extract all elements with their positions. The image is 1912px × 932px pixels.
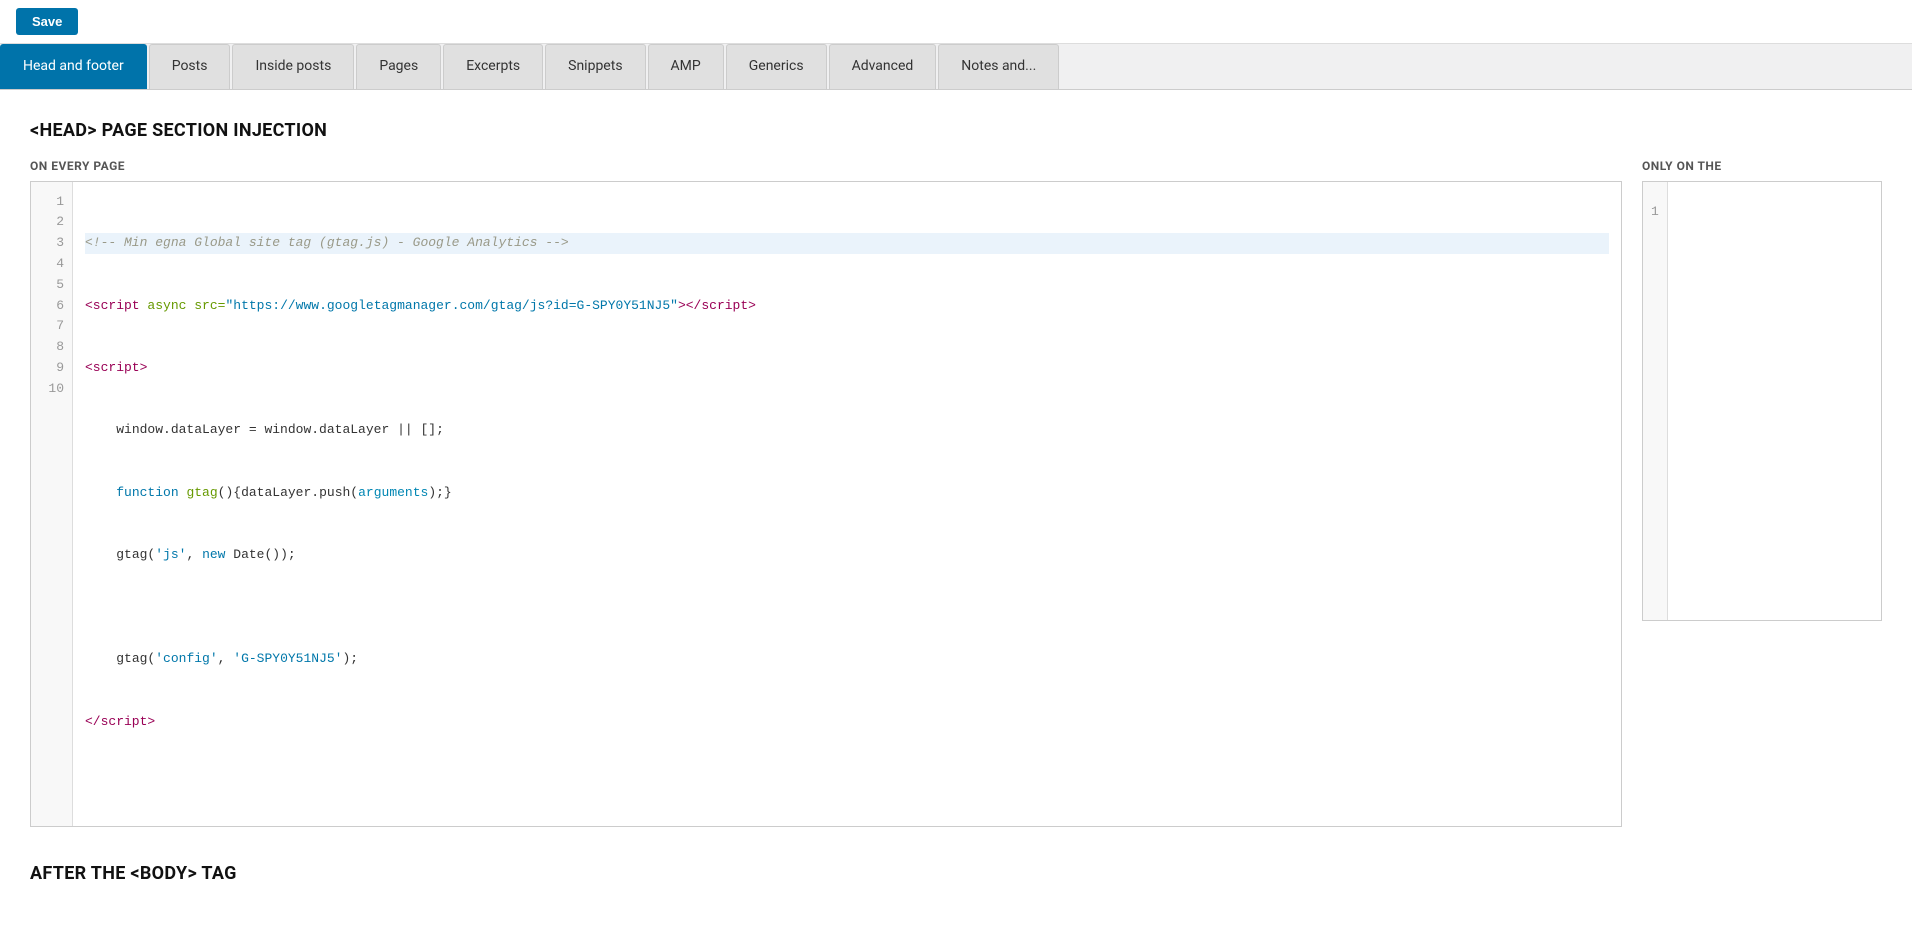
code-line-8: gtag('config', 'G-SPY0Y51NJ5'); [85,649,1609,670]
on-every-page-editor[interactable]: 1 2 3 4 5 6 7 8 9 10 <!-- Min egna Globa… [30,181,1622,827]
tab-notes-and[interactable]: Notes and... [938,44,1059,89]
tabs-bar: Head and footer Posts Inside posts Pages… [0,44,1912,90]
body-section-title: AFTER THE <BODY> TAG [30,863,1882,884]
tab-head-and-footer[interactable]: Head and footer [0,44,147,89]
right-line-numbers: 1 [1643,182,1668,620]
code-line-6: gtag('js', new Date()); [85,545,1609,566]
code-line-9: </script> [85,712,1609,733]
code-editor[interactable]: <!-- Min egna Global site tag (gtag.js) … [73,182,1621,826]
right-code-area[interactable] [1668,182,1881,620]
tab-amp[interactable]: AMP [648,44,724,89]
code-line-1: <!-- Min egna Global site tag (gtag.js) … [85,233,1609,254]
code-line-2: <script async src="https://www.googletag… [85,296,1609,317]
tab-posts[interactable]: Posts [149,44,231,89]
tab-inside-posts[interactable]: Inside posts [232,44,354,89]
line-numbers: 1 2 3 4 5 6 7 8 9 10 [31,182,73,826]
tab-generics[interactable]: Generics [726,44,827,89]
code-line-3: <script> [85,358,1609,379]
only-on-the-editor[interactable]: 1 [1642,181,1882,621]
top-bar: Save [0,0,1912,44]
main-content: <HEAD> PAGE SECTION INJECTION ON EVERY P… [0,90,1912,932]
tab-pages[interactable]: Pages [356,44,441,89]
body-section: AFTER THE <BODY> TAG [30,863,1882,884]
code-line-5: function gtag(){dataLayer.push(arguments… [85,483,1609,504]
tab-excerpts[interactable]: Excerpts [443,44,543,89]
only-on-the-label: ONLY ON THE [1642,159,1882,173]
code-line-4: window.dataLayer = window.dataLayer || [… [85,420,1609,441]
tab-advanced[interactable]: Advanced [829,44,937,89]
tab-snippets[interactable]: Snippets [545,44,645,89]
on-every-page-label: ON EVERY PAGE [30,159,1622,173]
save-button[interactable]: Save [16,8,78,35]
head-section-title: <HEAD> PAGE SECTION INJECTION [30,120,1882,141]
